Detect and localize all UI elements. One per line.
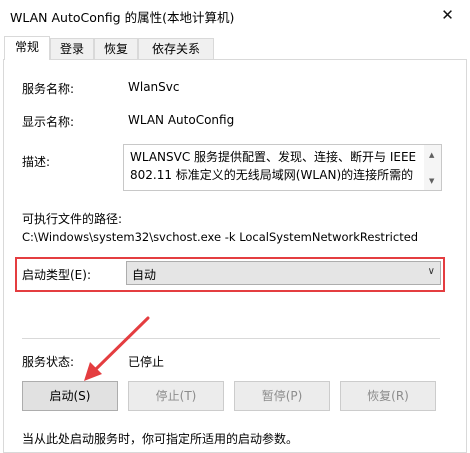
tab-label: 常规 — [14, 40, 39, 54]
annotation-arrow-icon — [84, 316, 150, 381]
tab-general[interactable]: 常规 — [4, 36, 50, 60]
